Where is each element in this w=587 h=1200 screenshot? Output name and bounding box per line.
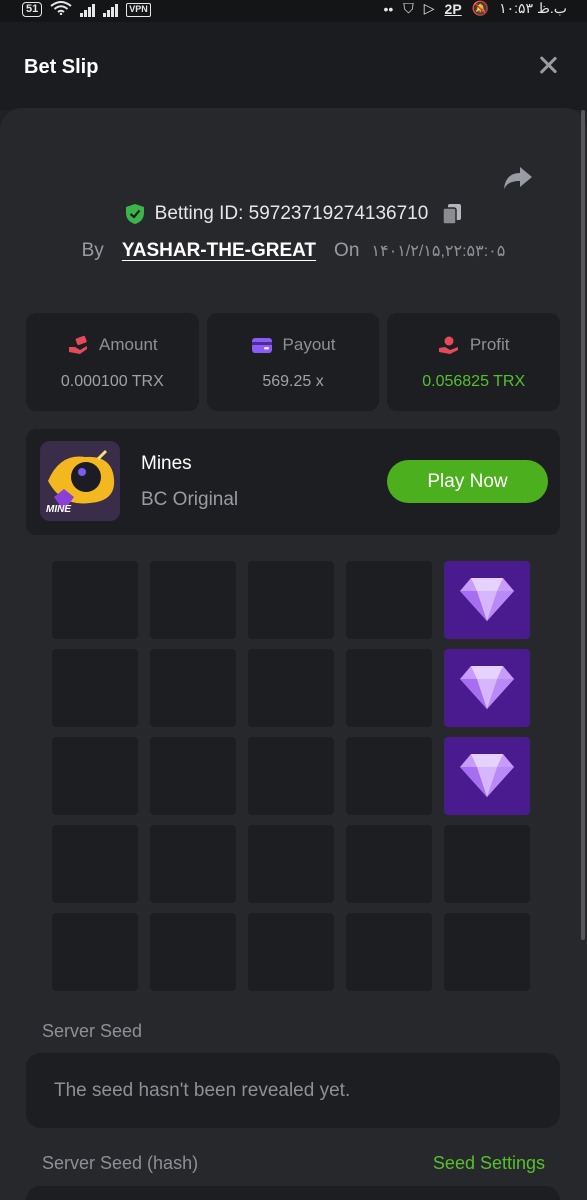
verified-shield-icon (125, 204, 144, 224)
status-left: 51 VPN (22, 1, 151, 18)
stat-amount: Amount 0.000100 TRX (26, 313, 199, 411)
header: Bet Slip (0, 22, 587, 110)
board-tile (150, 737, 236, 815)
wifi-icon (50, 1, 72, 18)
sim-label: 2P (444, 0, 462, 17)
betting-id-row: Betting ID: 59723719274136710 (0, 203, 587, 225)
username-link[interactable]: YASHAR-THE-GREAT (122, 240, 316, 262)
stat-value: 0.056825 TRX (422, 373, 526, 390)
board-tile (346, 825, 432, 903)
stat-profit: Profit 0.056825 TRX (387, 313, 561, 411)
board-tile (150, 913, 236, 991)
bet-meta-row: By YASHAR-THE-GREAT On ۱۴۰۱/۲/۱۵,۲۲:۵۳:۰… (0, 240, 587, 262)
board-tile (444, 913, 530, 991)
game-card: MINE Mines BC Original Play Now (26, 429, 560, 535)
board-tile (248, 913, 334, 991)
by-label: By (81, 240, 104, 261)
board-tile (248, 561, 334, 639)
wallet-icon (251, 338, 272, 353)
board-tile (346, 561, 432, 639)
board-tile-gem (444, 737, 530, 815)
diamond-icon (460, 754, 514, 797)
board-tile (52, 913, 138, 991)
seed-settings-link[interactable]: Seed Settings (433, 1153, 545, 1174)
stat-label: Payout (282, 335, 336, 354)
mines-board (52, 561, 532, 991)
page-title: Bet Slip (24, 56, 99, 78)
board-tile (248, 825, 334, 903)
on-label: On (334, 240, 360, 261)
server-seed-hash-field (26, 1186, 560, 1200)
share-icon[interactable] (502, 165, 534, 191)
stat-value: 0.000100 TRX (60, 373, 164, 390)
signal-icon-2 (103, 3, 119, 17)
dots-icon: •• (383, 0, 394, 17)
status-bar: 51 VPN •• ⛉ ▷ 2P 🔕 ۱۰:۵۳ ب.ظ (0, 0, 587, 22)
stat-label: Profit (469, 335, 510, 354)
diamond-icon (460, 578, 514, 621)
copy-icon[interactable] (442, 203, 462, 225)
play-now-button[interactable]: Play Now (387, 460, 548, 503)
mute-icon: 🔕 (471, 0, 490, 16)
game-thumbnail[interactable]: MINE (40, 441, 120, 521)
game-name: Mines (141, 453, 192, 474)
money-hand-icon (69, 335, 88, 354)
shield-status-icon: ⛉ (403, 0, 414, 16)
diamond-icon (460, 666, 514, 709)
server-seed-field: The seed hasn't been revealed yet. (26, 1053, 560, 1128)
board-tile (150, 649, 236, 727)
battery-indicator: 51 (22, 2, 43, 17)
board-tile (346, 913, 432, 991)
board-tile (52, 737, 138, 815)
board-tile-gem (444, 649, 530, 727)
scrollbar[interactable] (581, 110, 585, 940)
stat-value: 569.25 x (262, 373, 324, 390)
board-tile (346, 737, 432, 815)
server-seed-hash-label: Server Seed (hash) (42, 1153, 199, 1173)
board-tile (444, 825, 530, 903)
stats-row: Amount 0.000100 TRX Payout 569.25 x Prof… (26, 313, 561, 411)
board-tile (248, 737, 334, 815)
vpn-badge: VPN (126, 2, 151, 17)
status-right: •• ⛉ ▷ 2P 🔕 ۱۰:۵۳ ب.ظ (383, 0, 567, 17)
clock: ۱۰:۵۳ ب.ظ (499, 0, 567, 16)
play-store-icon: ▷ (423, 0, 435, 16)
board-tile (248, 649, 334, 727)
board-tile (150, 561, 236, 639)
game-provider: BC Original (141, 489, 239, 510)
board-tile (52, 561, 138, 639)
board-tile (150, 825, 236, 903)
profit-hand-icon (438, 336, 458, 354)
betting-id-text: Betting ID: 59723719274136710 (154, 203, 429, 224)
signal-icon (80, 3, 96, 17)
thumbnail-label: MINE (46, 504, 71, 515)
board-tile (52, 649, 138, 727)
server-seed-label: Server Seed (42, 1021, 143, 1041)
stat-payout: Payout 569.25 x (206, 313, 380, 411)
stat-label: Amount (99, 335, 158, 354)
bet-date: ۱۴۰۱/۲/۱۵,۲۲:۵۳:۰۵ (371, 243, 506, 260)
close-icon[interactable] (537, 54, 559, 76)
board-tile (52, 825, 138, 903)
board-tile-gem (444, 561, 530, 639)
board-tile (346, 649, 432, 727)
